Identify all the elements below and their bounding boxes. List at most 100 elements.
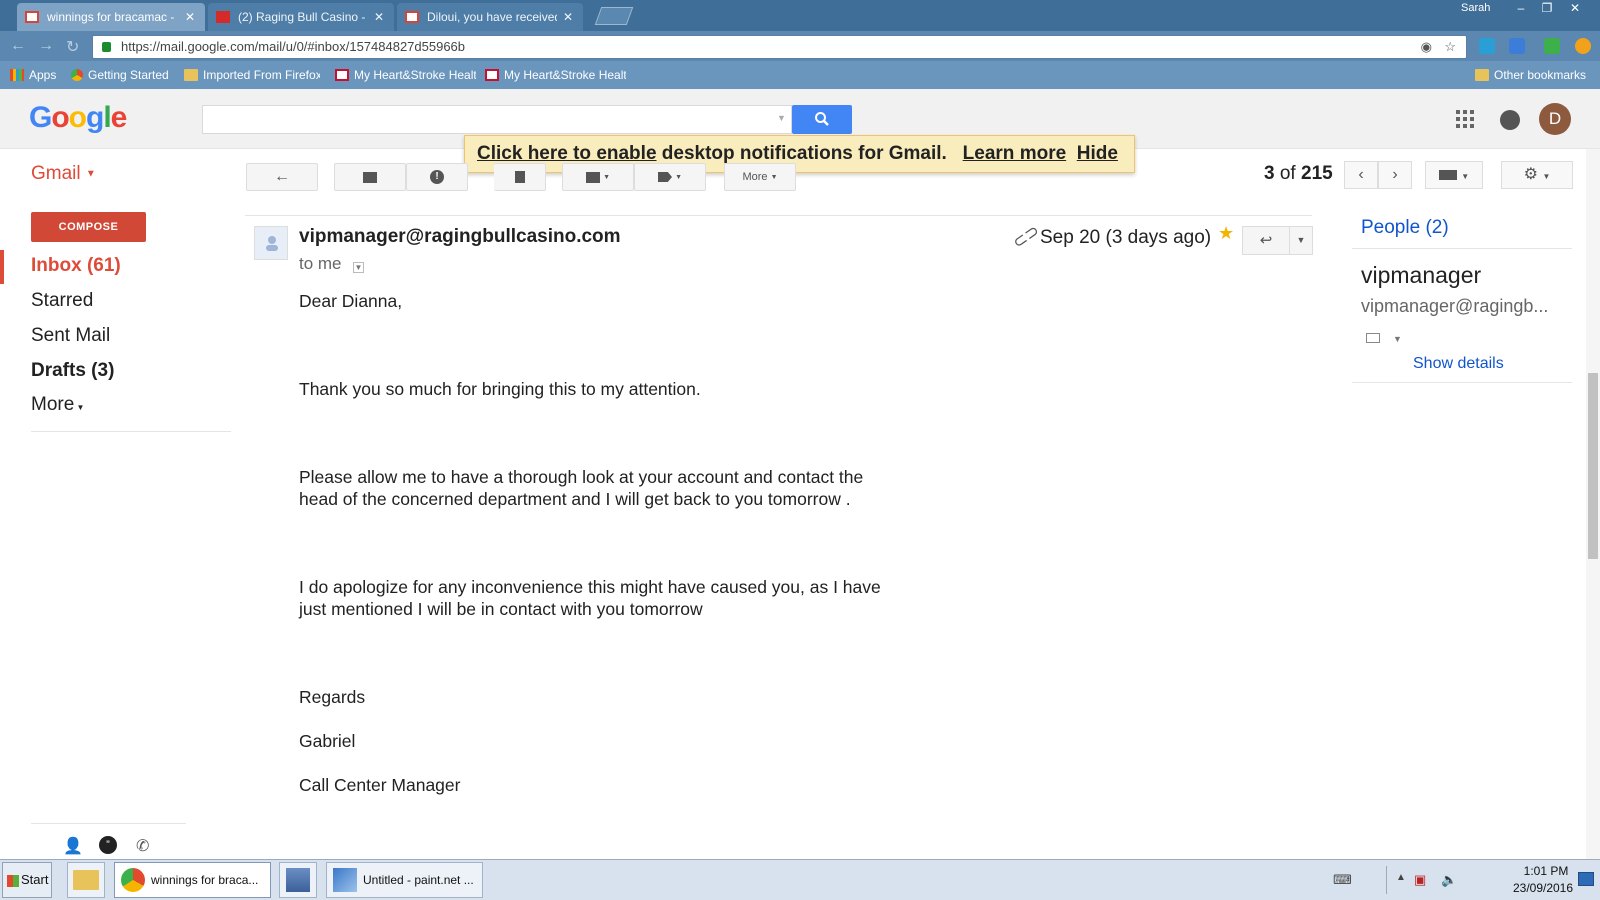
archive-icon <box>363 171 377 183</box>
close-icon[interactable]: ✕ <box>374 10 384 24</box>
browser-tab-raging-bull[interactable]: (2) Raging Bull Casino - S ✕ <box>208 3 394 31</box>
security-tray-icon[interactable]: ▣ <box>1414 872 1426 888</box>
volume-icon[interactable]: 🔈 <box>1441 872 1457 888</box>
sidebar-item-more[interactable]: More ▼ <box>31 394 84 416</box>
show-details-link[interactable]: Show details <box>1413 355 1504 373</box>
labels-button[interactable]: ▼ <box>634 163 706 191</box>
sidebar-item-label: More <box>31 394 75 415</box>
chevron-down-icon[interactable]: ▼ <box>1393 334 1402 344</box>
move-to-button[interactable]: ▼ <box>562 163 634 191</box>
scrollbar-thumb[interactable] <box>1588 373 1598 559</box>
sidebar-item-inbox[interactable]: Inbox (61) <box>31 255 121 277</box>
close-window-button[interactable]: ✕ <box>1562 0 1588 18</box>
body-greeting: Dear Dianna, <box>299 291 403 311</box>
close-icon[interactable]: ✕ <box>185 10 195 24</box>
bookmark-heart-stroke-2[interactable]: My Heart&Stroke Health <box>485 66 626 84</box>
keyboard-tray-icon[interactable]: ⌨ <box>1333 872 1352 888</box>
people-panel-title[interactable]: People (2) <box>1361 217 1449 239</box>
address-bar[interactable]: https://mail.google.com/mail/u/0/#inbox/… <box>92 35 1467 59</box>
search-options-icon[interactable]: ▼ <box>777 113 786 123</box>
settings-button[interactable]: ⚙ ▼ <box>1501 161 1573 189</box>
hangouts-icon[interactable]: ” <box>99 836 117 854</box>
taskbar-label: Untitled - paint.net ... <box>363 873 474 887</box>
google-logo[interactable]: Google <box>29 101 127 135</box>
chevron-down-icon: ▼ <box>603 173 610 181</box>
taskbar-file-explorer[interactable] <box>67 862 105 898</box>
delete-button-visible[interactable] <box>494 163 546 191</box>
message-pager: 3 of 215 <box>1264 163 1333 185</box>
body-paragraph: I do apologize for any inconvenience thi… <box>299 577 881 597</box>
search-input[interactable] <box>202 105 792 134</box>
browser-tab-gmail-winnings[interactable]: winnings for bracamac - ✕ <box>17 3 205 31</box>
eye-icon[interactable]: ◉ <box>1421 36 1432 58</box>
star-bookmark-icon[interactable]: ☆ <box>1444 36 1456 58</box>
start-label: Start <box>21 872 49 887</box>
show-details-caret-icon[interactable]: ▼ <box>353 262 364 273</box>
gmail-icon <box>405 11 419 23</box>
folder-icon <box>1475 69 1489 81</box>
close-icon[interactable]: ✕ <box>563 10 573 24</box>
body-paragraph: Thank you so much for bringing this to m… <box>299 379 701 399</box>
bookmark-apps[interactable]: Apps <box>10 66 65 84</box>
notifications-bell-icon[interactable] <box>1500 110 1520 130</box>
reply-button[interactable]: ↩ <box>1242 226 1290 255</box>
sidebar-item-sent-mail[interactable]: Sent Mail <box>31 325 110 347</box>
hide-link[interactable]: Hide <box>1077 143 1118 164</box>
extension-shield-icon[interactable] <box>1479 38 1495 54</box>
more-actions-button[interactable]: More ▼ <box>724 163 796 191</box>
tab-label: winnings for bracamac - <box>47 10 175 24</box>
gear-icon: ⚙ <box>1523 166 1538 183</box>
chevron-up-icon[interactable]: ▲ <box>1396 872 1406 883</box>
bookmark-heart-stroke-1[interactable]: My Heart&Stroke Health <box>335 66 476 84</box>
extension-menu-icon[interactable] <box>1575 38 1591 54</box>
clock-time[interactable]: 1:01 PM <box>1518 864 1574 878</box>
search-button[interactable] <box>792 105 852 134</box>
clock-date[interactable]: 23/09/2016 <box>1510 881 1576 895</box>
back-button[interactable]: ← <box>10 37 26 55</box>
profile-user-label[interactable]: Sarah <box>1461 2 1490 14</box>
account-avatar[interactable]: D <box>1539 103 1571 135</box>
newer-message-button[interactable]: ‹ <box>1344 161 1378 189</box>
start-button[interactable]: Start <box>2 862 52 898</box>
arrow-left-icon: ← <box>274 168 290 185</box>
sidebar-item-starred[interactable]: Starred <box>31 290 93 312</box>
bookmark-other-bookmarks[interactable]: Other bookmarks <box>1475 66 1595 84</box>
restore-button[interactable]: ❐ <box>1534 0 1560 18</box>
sidebar-item-drafts[interactable]: Drafts (3) <box>31 360 114 382</box>
google-apps-icon[interactable] <box>1456 110 1474 128</box>
reload-button[interactable]: ↻ <box>66 37 79 57</box>
extension-counter-icon[interactable] <box>1509 38 1525 54</box>
browser-tab-diloui[interactable]: Diloui, you have received ✕ <box>397 3 583 31</box>
recipient-line: to me <box>299 254 342 273</box>
gmail-label-text: Gmail <box>31 163 81 184</box>
body-paragraph: head of the concerned department and I w… <box>299 489 851 509</box>
pager-of: of <box>1279 163 1296 184</box>
more-reply-options-button[interactable]: ▼ <box>1290 226 1313 255</box>
archive-button[interactable] <box>334 163 406 191</box>
star-icon[interactable]: ★ <box>1218 223 1234 244</box>
extension-check-icon[interactable] <box>1544 38 1560 54</box>
spam-icon: ! <box>430 170 444 184</box>
gmail-app-switcher[interactable]: Gmail ▼ <box>31 163 96 185</box>
back-to-inbox-button[interactable]: ← <box>246 163 318 191</box>
new-tab-button[interactable] <box>594 7 634 25</box>
taskbar-chrome-window[interactable]: winnings for braca... <box>114 862 271 898</box>
forward-button[interactable]: → <box>38 37 54 55</box>
older-message-button[interactable]: › <box>1378 161 1412 189</box>
phone-icon[interactable]: ✆ <box>136 836 149 856</box>
minimize-button[interactable]: – <box>1508 0 1534 18</box>
compose-button[interactable]: COMPOSE <box>31 212 146 242</box>
divider <box>1352 382 1572 383</box>
taskbar-paint-net-window[interactable]: Untitled - paint.net ... <box>326 862 483 898</box>
contacts-person-icon[interactable]: 👤 <box>63 836 83 856</box>
sender-email[interactable]: vipmanager@ragingbullcasino.com <box>299 226 621 248</box>
show-desktop-button[interactable] <box>1578 872 1594 886</box>
enable-notifications-link[interactable]: Click here to enable <box>477 143 657 164</box>
learn-more-link[interactable]: Learn more <box>963 143 1066 164</box>
bookmark-getting-started[interactable]: Getting Started <box>71 66 176 84</box>
bookmark-imported-firefox[interactable]: Imported From Firefox <box>184 66 320 84</box>
input-tools-button[interactable]: ▼ <box>1425 161 1483 189</box>
email-envelope-icon[interactable] <box>1366 333 1380 343</box>
report-spam-button[interactable]: ! <box>406 163 468 191</box>
taskbar-network-app[interactable] <box>279 862 317 898</box>
